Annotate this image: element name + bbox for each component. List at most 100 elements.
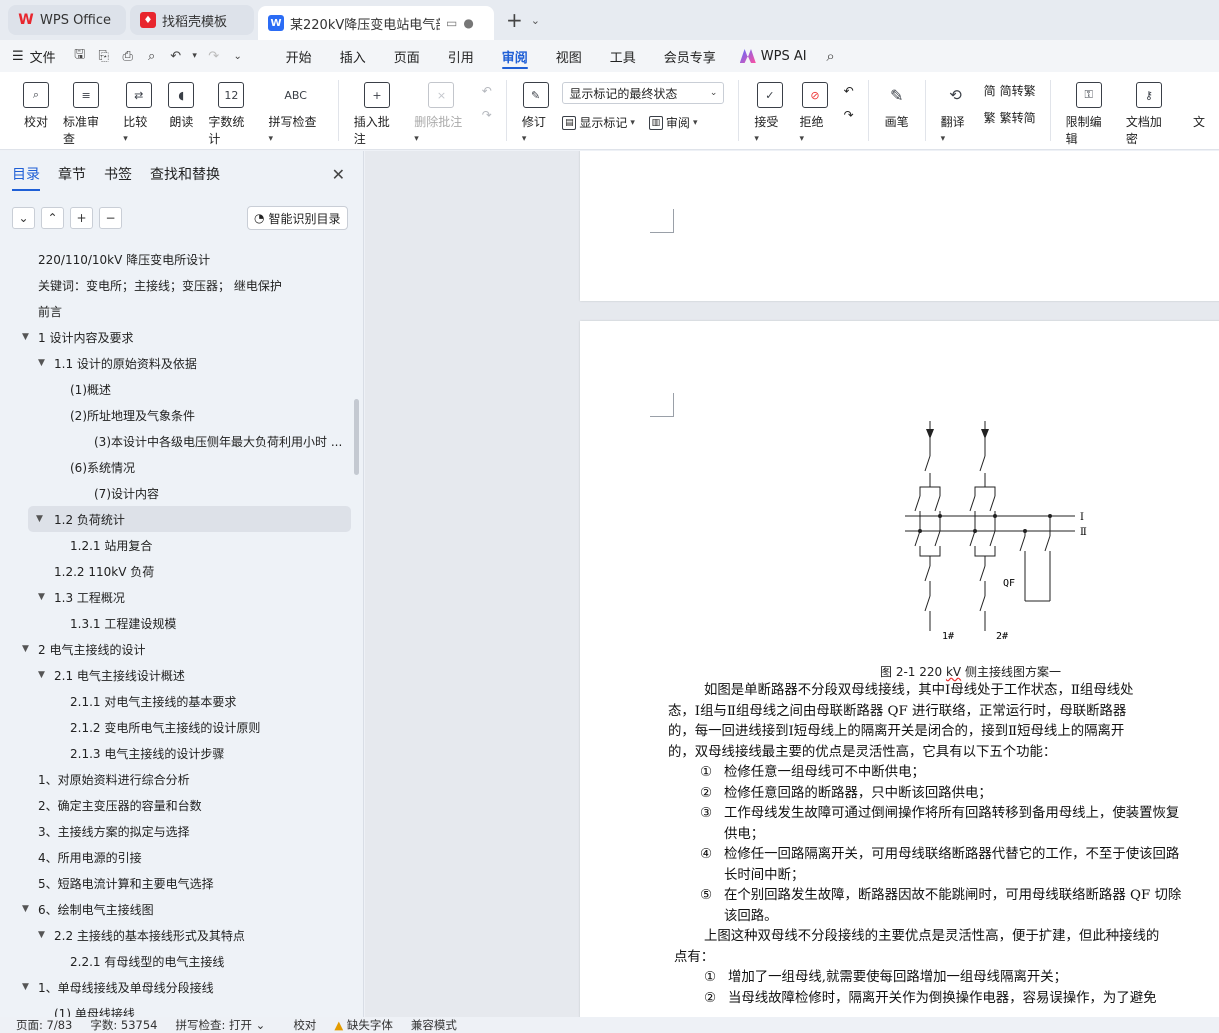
- save-icon[interactable]: 🖫: [70, 46, 90, 66]
- tab-docer-templates[interactable]: ♦ 找稻壳模板: [130, 5, 254, 35]
- toc-item[interactable]: ▼ 2.1 电气主接线设计概述: [0, 662, 352, 688]
- page-indicator[interactable]: 页面: 7/83: [16, 1017, 72, 1033]
- toc-item[interactable]: (3)本设计中各级电压侧年最大负荷利用小时 ...: [0, 428, 352, 454]
- toc-item[interactable]: 2.1.1 对电气主接线的基本要求: [0, 688, 352, 714]
- toc-item[interactable]: 5、短路电流计算和主要电气选择: [0, 870, 352, 896]
- expand-triangle-icon[interactable]: ▼: [38, 358, 45, 368]
- tab-wps-office[interactable]: W WPS Office: [8, 5, 126, 35]
- toc-item[interactable]: 1、对原始资料进行综合分析: [0, 766, 352, 792]
- menu-tools[interactable]: 工具: [596, 40, 650, 72]
- previous-change-icon[interactable]: ↶: [844, 84, 854, 98]
- menu-start[interactable]: 开始: [272, 40, 326, 72]
- toc-item[interactable]: 关键词：变电所；主接线；变压器； 继电保护: [0, 272, 352, 298]
- undo-dropdown-icon[interactable]: ▾: [190, 46, 200, 66]
- more-dropdown-icon[interactable]: ⌄: [228, 46, 248, 66]
- undo-icon[interactable]: ↶: [166, 46, 186, 66]
- restrict-editing-button[interactable]: ⚿ 限制编辑: [1059, 82, 1119, 147]
- toc-item[interactable]: 3、主接线方案的拟定与选择: [0, 818, 352, 844]
- document-page[interactable]: Ⅰ Ⅱ QF 1# 2# 图 2-1 220 kV 侧主接线图方案一 如图是单断…: [580, 321, 1219, 1017]
- toc-item[interactable]: 2.2.1 有母线型的电气主接线: [0, 948, 352, 974]
- toc-item[interactable]: 220/110/10kV 降压变电所设计: [0, 246, 352, 272]
- expand-triangle-icon[interactable]: ▼: [22, 982, 29, 992]
- toc-item[interactable]: ▼ 2.2 主接线的基本接线形式及其特点: [0, 922, 352, 948]
- expand-triangle-icon[interactable]: ▼: [22, 644, 29, 654]
- expand-triangle-icon[interactable]: ▼: [22, 332, 29, 342]
- expand-triangle-icon[interactable]: ▼: [36, 514, 43, 524]
- review-pane-button[interactable]: ▥ 审阅 ▾: [648, 114, 697, 131]
- missing-font-status[interactable]: ▲ 缺失字体: [334, 1017, 393, 1033]
- reject-button[interactable]: ⊘ 拒绝 ▾: [792, 82, 837, 144]
- nav-tab-find-replace[interactable]: 查找和替换: [150, 164, 220, 191]
- toc-item[interactable]: 2.1.3 电气主接线的设计步骤: [0, 740, 352, 766]
- toc-item[interactable]: 前言: [0, 298, 352, 324]
- previous-comment-icon[interactable]: ↶: [482, 84, 492, 98]
- export-icon[interactable]: ⎘: [94, 46, 114, 66]
- translate-button[interactable]: ⟲ 翻译 ▾: [934, 82, 978, 144]
- remove-heading-icon[interactable]: −: [99, 207, 122, 229]
- print-icon[interactable]: ⎙: [118, 46, 138, 66]
- accept-button[interactable]: ✓ 接受 ▾: [747, 82, 792, 144]
- redo-icon[interactable]: ↷: [204, 46, 224, 66]
- toc-item[interactable]: ▼ 2 电气主接线的设计: [0, 636, 352, 662]
- more-protect-button[interactable]: .文: [1179, 82, 1219, 130]
- nav-tab-toc[interactable]: 目录: [12, 164, 40, 191]
- toc-item[interactable]: 1.2.1 站用复合: [0, 532, 352, 558]
- close-icon[interactable]: ✕: [332, 165, 345, 184]
- pen-button[interactable]: ✎ 画笔: [877, 82, 917, 130]
- toc-item[interactable]: 2、确定主变压器的容量和台数: [0, 792, 352, 818]
- menu-page[interactable]: 页面: [380, 40, 434, 72]
- toc-item[interactable]: (1) 单母线接线: [0, 1000, 352, 1018]
- unsaved-dot-icon[interactable]: ●: [463, 16, 473, 30]
- word-count-button[interactable]: 12 字数统计: [201, 82, 261, 147]
- toc-item[interactable]: ▼ 1.2 负荷统计: [28, 506, 351, 532]
- toc-item[interactable]: (2)所址地理及气象条件: [0, 402, 352, 428]
- print-preview-icon[interactable]: ⌕: [142, 46, 162, 66]
- toc-item[interactable]: 2.1.2 变电所电气主接线的设计原则: [0, 714, 352, 740]
- add-heading-icon[interactable]: +: [70, 207, 93, 229]
- expand-triangle-icon[interactable]: ▼: [22, 904, 29, 914]
- toc-item[interactable]: ▼ 6、绘制电气主接线图: [0, 896, 352, 922]
- menu-member[interactable]: 会员专享: [650, 40, 730, 72]
- toc-item[interactable]: 4、所用电源的引接: [0, 844, 352, 870]
- search-icon[interactable]: ⌕: [821, 46, 841, 66]
- toc-item[interactable]: ▼ 1 设计内容及要求: [0, 324, 352, 350]
- expand-triangle-icon[interactable]: ▼: [38, 930, 45, 940]
- toc-scrollbar[interactable]: [354, 399, 359, 475]
- toc-item[interactable]: (1)概述: [0, 376, 352, 402]
- menu-review[interactable]: 审阅: [488, 40, 542, 72]
- read-aloud-button[interactable]: ◖ 朗读: [161, 82, 201, 130]
- proofread-button[interactable]: ⌕ 校对: [16, 82, 56, 130]
- insert-comment-button[interactable]: + 插入批注: [347, 82, 407, 147]
- new-tab-icon[interactable]: +: [506, 8, 523, 32]
- expand-down-icon[interactable]: ⌄: [12, 207, 35, 229]
- toc-item[interactable]: (6)系统情况: [0, 454, 352, 480]
- toc-item[interactable]: 1.3.1 工程建设规模: [0, 610, 352, 636]
- toc-item[interactable]: ▼ 1、单母线接线及单母线分段接线: [0, 974, 352, 1000]
- toc-item[interactable]: 1.2.2 110kV 负荷: [0, 558, 352, 584]
- collapse-up-icon[interactable]: ⌃: [41, 207, 64, 229]
- delete-comment-button[interactable]: × 删除批注 ▾: [407, 82, 476, 144]
- expand-triangle-icon[interactable]: ▼: [38, 592, 45, 602]
- menu-insert[interactable]: 插入: [326, 40, 380, 72]
- to-simplified-button[interactable]: 繁繁转简: [984, 109, 1036, 126]
- track-changes-button[interactable]: ✎ 修订 ▾: [515, 82, 557, 144]
- next-comment-icon[interactable]: ↷: [482, 108, 492, 122]
- markup-state-select[interactable]: 显示标记的最终状态 ⌄: [562, 82, 725, 104]
- compare-button[interactable]: ⇄ 比较 ▾: [116, 82, 161, 144]
- toc-item[interactable]: ▼ 1.3 工程概况: [0, 584, 352, 610]
- wps-ai-button[interactable]: WPS AI: [739, 49, 807, 64]
- nav-tab-bookmarks[interactable]: 书签: [104, 164, 132, 191]
- encrypt-document-button[interactable]: ⚷ 文档加密: [1119, 82, 1179, 147]
- tab-document[interactable]: W 某220kV降压变电站电气部分 ▭ ●: [258, 6, 494, 40]
- menu-view[interactable]: 视图: [542, 40, 596, 72]
- expand-triangle-icon[interactable]: ▼: [38, 670, 45, 680]
- toc-item[interactable]: (7)设计内容: [0, 480, 352, 506]
- spell-check-button[interactable]: ABC 拼写检查 ▾: [262, 82, 330, 144]
- word-count[interactable]: 字数: 53754: [90, 1017, 157, 1033]
- show-markup-button[interactable]: ▤ 显示标记 ▾: [562, 114, 635, 131]
- menu-reference[interactable]: 引用: [434, 40, 488, 72]
- to-traditional-button[interactable]: 简简转繁: [984, 82, 1036, 99]
- smart-toc-button[interactable]: ◔ 智能识别目录: [247, 206, 348, 230]
- toc-item[interactable]: ▼ 1.1 设计的原始资料及依据: [0, 350, 352, 376]
- standard-review-button[interactable]: ≡ 标准审查: [56, 82, 116, 147]
